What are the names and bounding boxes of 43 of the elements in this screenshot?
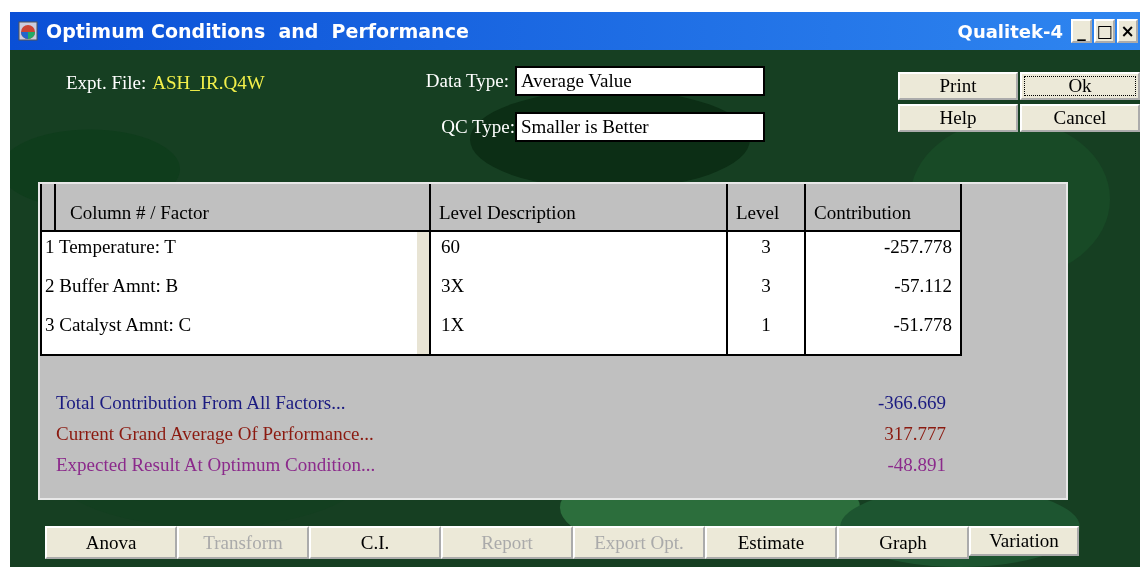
table-cell-text: -51.778 xyxy=(892,314,953,337)
app-name: Qualitek-4 xyxy=(957,20,1063,42)
summary-value: 317.777 xyxy=(884,423,946,446)
table-cell-text: 3X xyxy=(440,275,466,298)
table-cell-text: 1 xyxy=(760,314,772,337)
expt-file-label: Expt. File: xyxy=(66,72,147,95)
table-cell-text: 1X xyxy=(440,314,466,337)
column-header: Column # / Factor xyxy=(56,184,431,230)
action-button[interactable]: Estimate xyxy=(705,526,837,559)
column-header: Level xyxy=(728,184,806,230)
dialog-button[interactable]: Print xyxy=(898,72,1018,100)
table-cell-text: 60 xyxy=(440,236,461,259)
expt-file-name: ASH_IR.Q4W xyxy=(152,72,265,95)
data-type-field[interactable]: Average Value xyxy=(515,66,765,96)
qc-type-label: QC Type: xyxy=(441,116,515,138)
minimize-button[interactable]: _ xyxy=(1071,19,1092,43)
summary-label: Current Grand Average Of Performance... xyxy=(56,423,374,446)
table-cell-text: 3 xyxy=(760,275,772,298)
summary-value: -48.891 xyxy=(887,454,946,477)
summary-value: -366.669 xyxy=(877,392,946,415)
summary-label: Total Contribution From All Factors... xyxy=(56,392,346,415)
column-header: Level Description xyxy=(431,184,728,230)
action-button[interactable]: Variation xyxy=(969,526,1079,556)
summary-label: Expected Result At Optimum Condition... xyxy=(56,454,376,477)
table-cell-text: 3 xyxy=(760,236,772,259)
table-cell-text: 3 Catalyst Amnt: C xyxy=(44,314,193,337)
dialog-button[interactable]: Cancel xyxy=(1020,104,1140,132)
table-cell-text: 2 Buffer Amnt: B xyxy=(44,275,180,298)
app-icon xyxy=(18,21,38,41)
qc-type-field[interactable]: Smaller is Better xyxy=(515,112,765,142)
action-button[interactable]: Anova xyxy=(45,526,177,559)
close-button[interactable]: × xyxy=(1117,19,1138,43)
window-title: Optimum Conditions and Performance xyxy=(46,20,470,42)
table-cell-text: -57.112 xyxy=(893,275,953,298)
maximize-button[interactable]: □ xyxy=(1094,19,1115,43)
action-button[interactable]: Graph xyxy=(837,526,969,559)
column-header: Contribution xyxy=(806,184,962,230)
table-cell-text: 1 Temperature: T xyxy=(44,236,177,259)
dialog-button[interactable]: Ok xyxy=(1020,72,1140,100)
action-button[interactable]: C.I. xyxy=(309,526,441,559)
table-cell-text: -257.778 xyxy=(882,236,953,259)
data-type-label: Data Type: xyxy=(425,70,509,92)
dialog-button[interactable]: Help xyxy=(898,104,1018,132)
